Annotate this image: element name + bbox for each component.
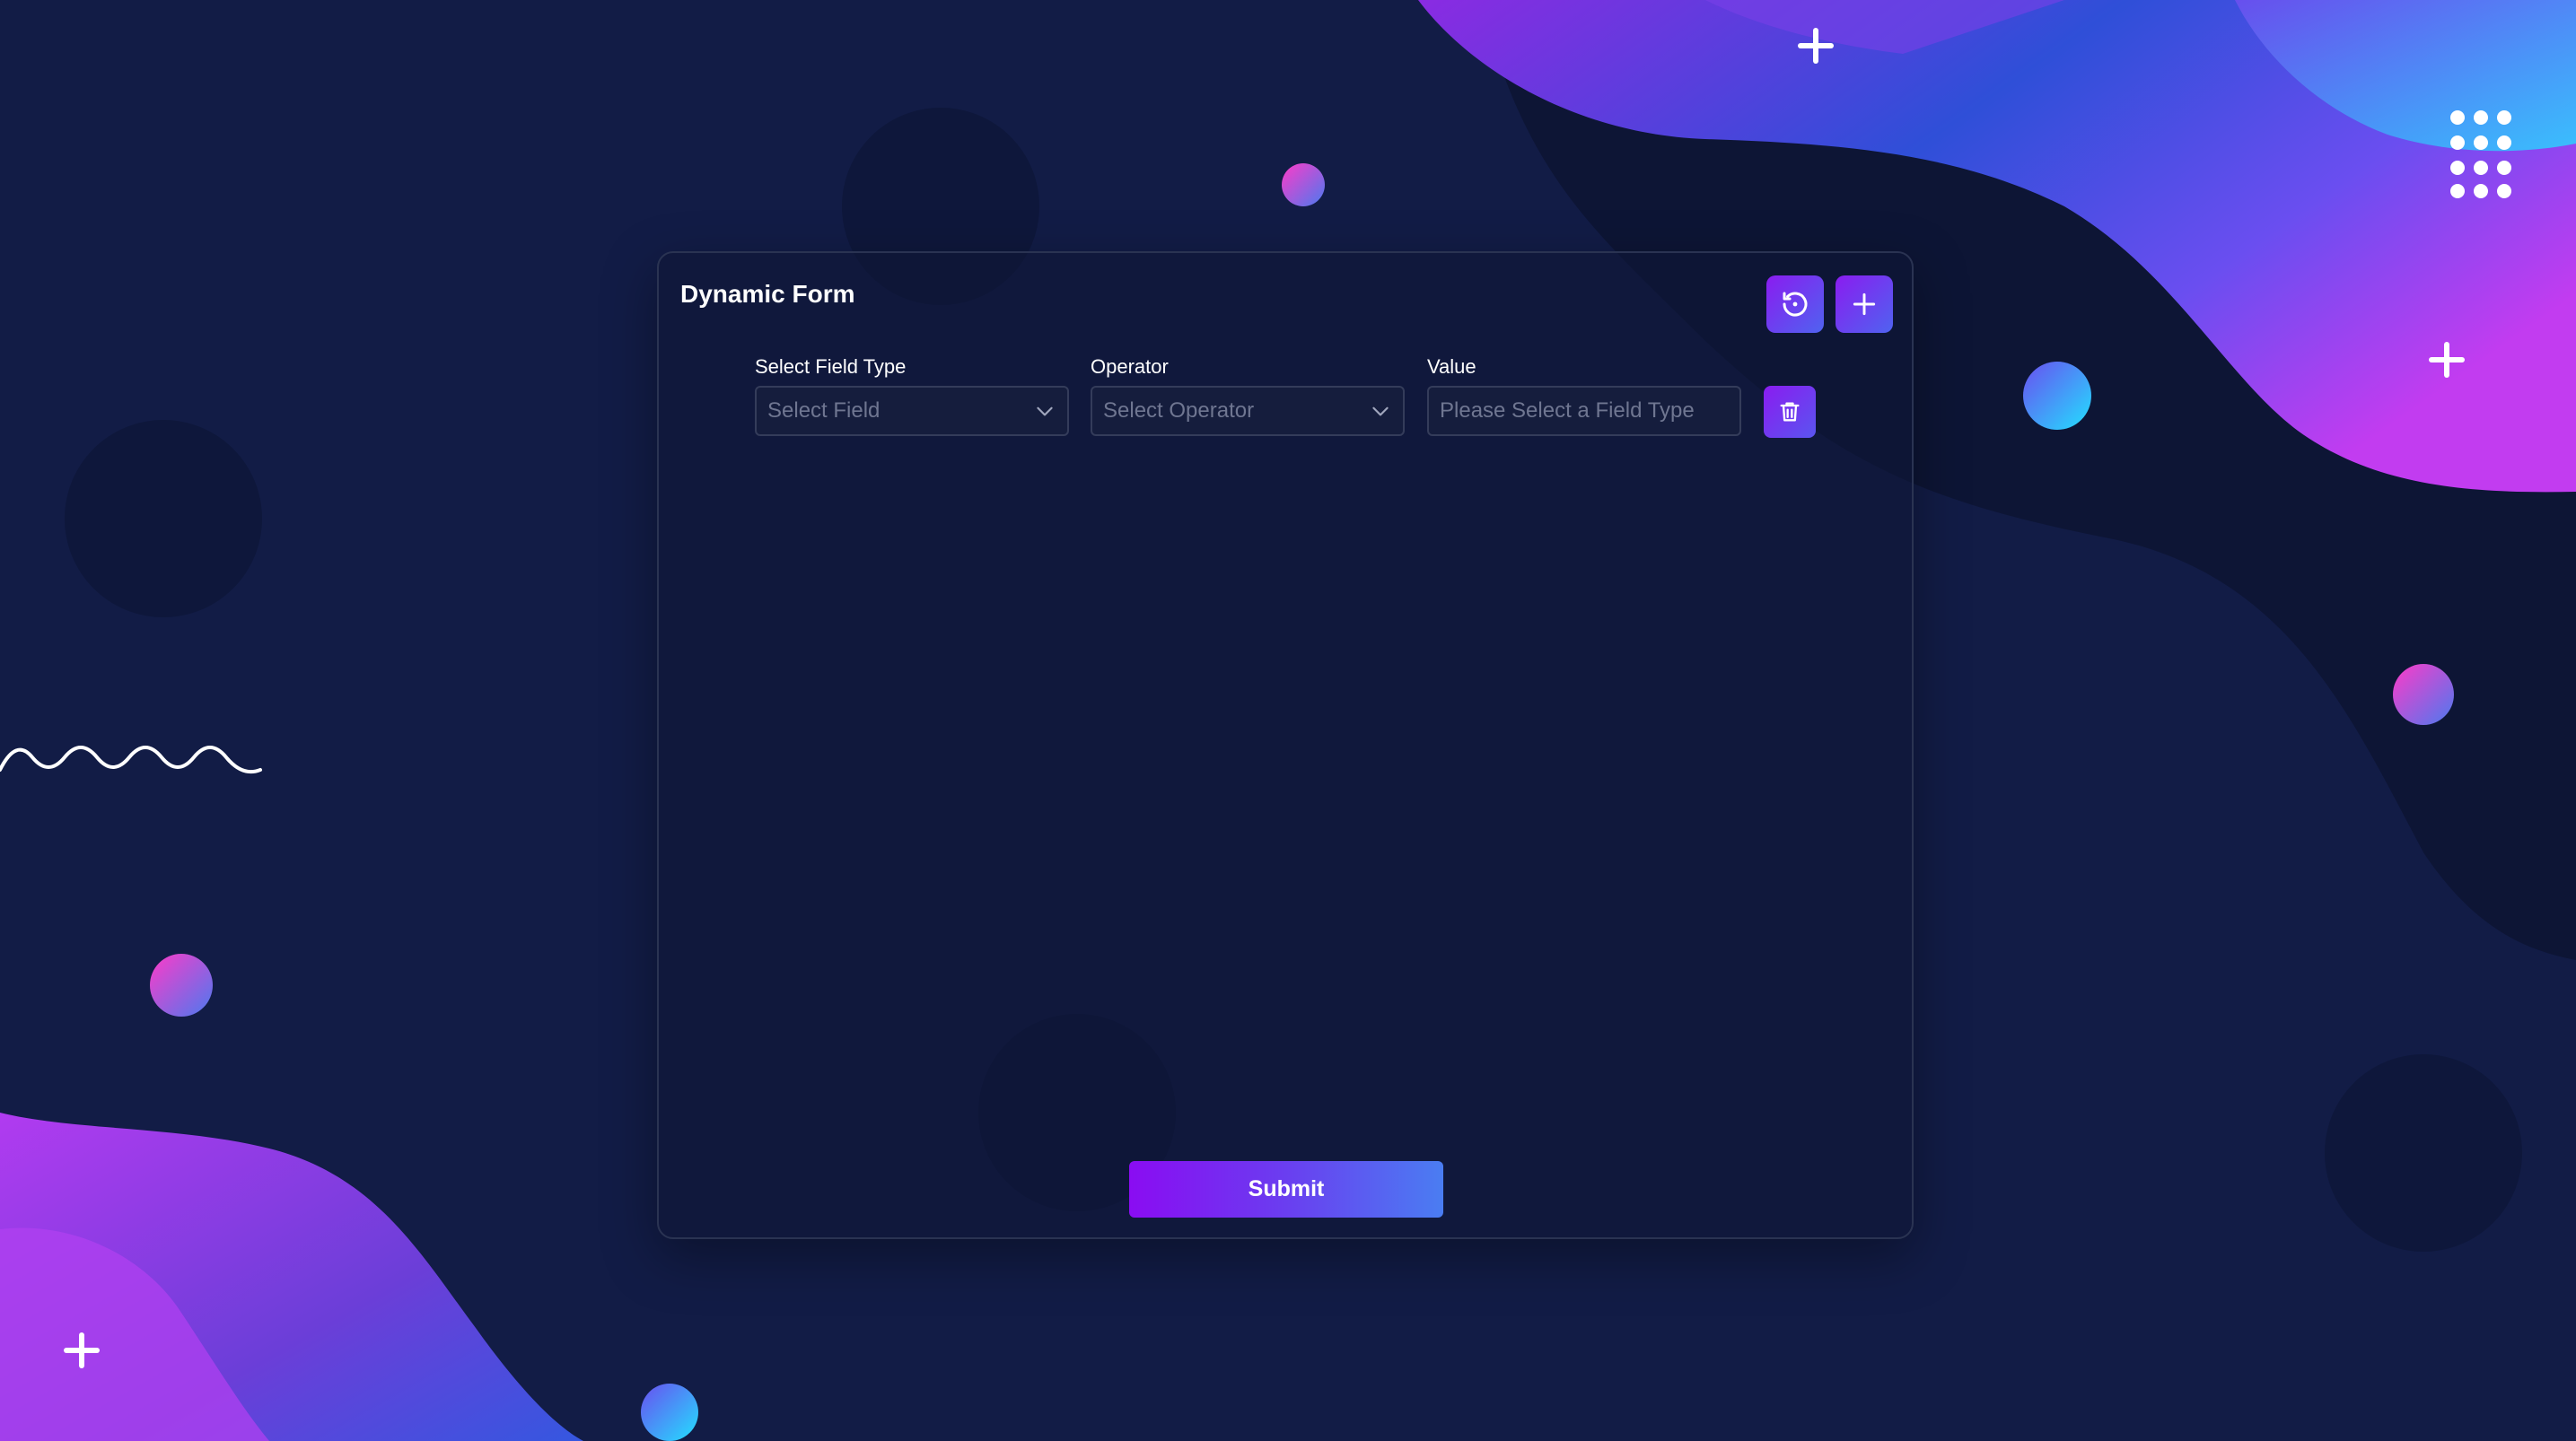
field-type-label: Select Field Type <box>755 355 907 378</box>
reset-button[interactable] <box>1766 275 1824 333</box>
chevron-down-icon <box>1037 406 1053 416</box>
value-field[interactable] <box>1427 386 1741 436</box>
chevron-down-icon <box>1372 406 1389 416</box>
value-label: Value <box>1427 355 1476 378</box>
reset-icon <box>1783 292 1808 317</box>
field-type-value: Select Field <box>767 398 881 423</box>
form-title: Dynamic Form <box>680 280 855 308</box>
operator-select[interactable]: Select Operator <box>1091 386 1405 436</box>
operator-label: Operator <box>1091 355 1169 378</box>
plus-icon <box>1853 293 1876 316</box>
operator-value: Select Operator <box>1103 398 1255 423</box>
value-input[interactable] <box>1440 398 1729 424</box>
field-type-select[interactable]: Select Field <box>755 386 1069 436</box>
submit-button[interactable]: Submit <box>1129 1161 1443 1218</box>
trash-icon <box>1780 402 1800 422</box>
add-row-button[interactable] <box>1836 275 1893 333</box>
delete-row-button[interactable] <box>1764 386 1816 438</box>
dynamic-form-card: Dynamic Form Select Field Type Select Fi… <box>657 251 1914 1239</box>
